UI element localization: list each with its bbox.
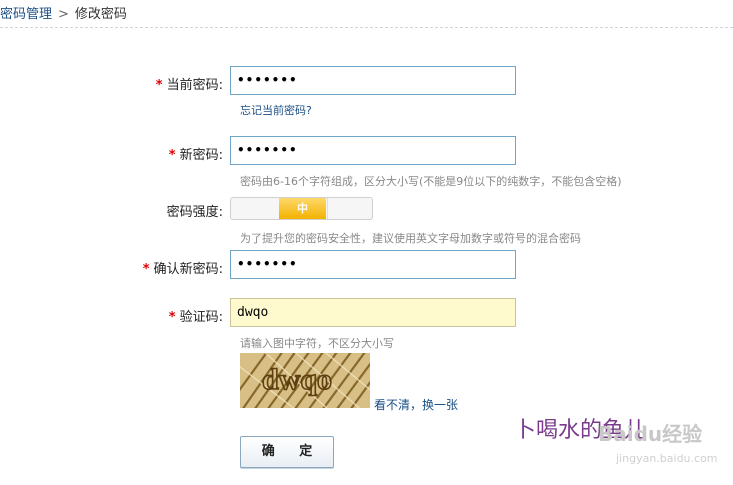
- required-mark: *: [142, 262, 150, 277]
- captcha-text: dwqo: [262, 363, 332, 396]
- new-password-label: * 新密码:: [168, 148, 223, 163]
- password-strength-label: 密码强度:: [166, 205, 223, 220]
- forgot-password-link[interactable]: 忘记当前密码?: [240, 102, 312, 118]
- watermark-url: jingyan.baidu.com: [616, 452, 718, 465]
- breadcrumb-current: 修改密码: [74, 7, 127, 22]
- required-mark: *: [168, 148, 176, 163]
- captcha-hint: 请输入图中字符，不区分大小写: [240, 337, 394, 350]
- new-password-hint: 密码由6-16个字符组成，区分大小写(不能是9位以下的纯数字，不能包含空格): [240, 175, 622, 188]
- strength-strong-segment: [327, 198, 372, 219]
- breadcrumb-separator: >: [58, 7, 69, 22]
- new-password-input[interactable]: •••••••: [230, 136, 516, 165]
- captcha-label: * 验证码:: [168, 310, 223, 325]
- baidu-jingyan-logo: Baidu经验: [598, 422, 703, 446]
- captcha-noise-graphic: dwqo: [240, 353, 370, 408]
- password-strength-hint: 为了提升您的密码安全性，建议使用英文字母加数字或符号的混合密码: [240, 232, 581, 245]
- strength-weak-segment: [231, 198, 278, 219]
- current-password-label: * 当前密码:: [155, 78, 223, 93]
- captcha-image[interactable]: dwqo: [240, 353, 370, 408]
- captcha-refresh-link[interactable]: 看不清，换一张: [374, 396, 458, 413]
- current-password-input[interactable]: •••••••: [230, 66, 516, 95]
- confirm-password-label: * 确认新密码:: [142, 262, 223, 277]
- captcha-input[interactable]: dwqo: [230, 298, 516, 327]
- breadcrumb-password-management-link[interactable]: 密码管理: [0, 7, 52, 22]
- header-divider: [0, 27, 733, 28]
- required-mark: *: [168, 310, 176, 325]
- strength-medium-segment: 中: [279, 198, 326, 219]
- password-strength-meter: 中: [230, 197, 373, 220]
- breadcrumb: 密码管理 > 修改密码: [0, 3, 127, 22]
- confirm-password-input[interactable]: •••••••: [230, 250, 516, 279]
- submit-button[interactable]: 确 定: [240, 436, 334, 468]
- required-mark: *: [155, 78, 163, 93]
